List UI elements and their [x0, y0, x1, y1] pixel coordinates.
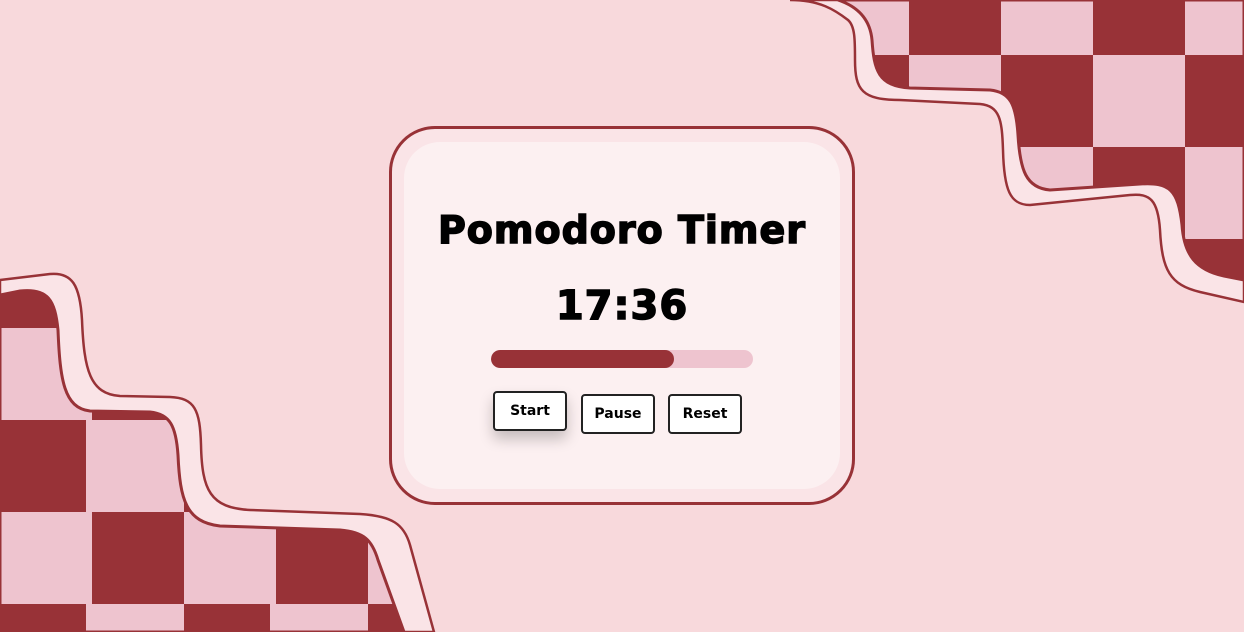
timer-display: 17:36 — [555, 282, 689, 330]
reset-button[interactable]: Reset — [668, 394, 742, 434]
pause-button[interactable]: Pause — [581, 394, 655, 434]
app-title: Pomodoro Timer — [437, 207, 807, 253]
start-button[interactable]: Start — [493, 391, 567, 431]
progress-bar — [491, 350, 753, 368]
progress-bar-fill — [491, 350, 675, 368]
